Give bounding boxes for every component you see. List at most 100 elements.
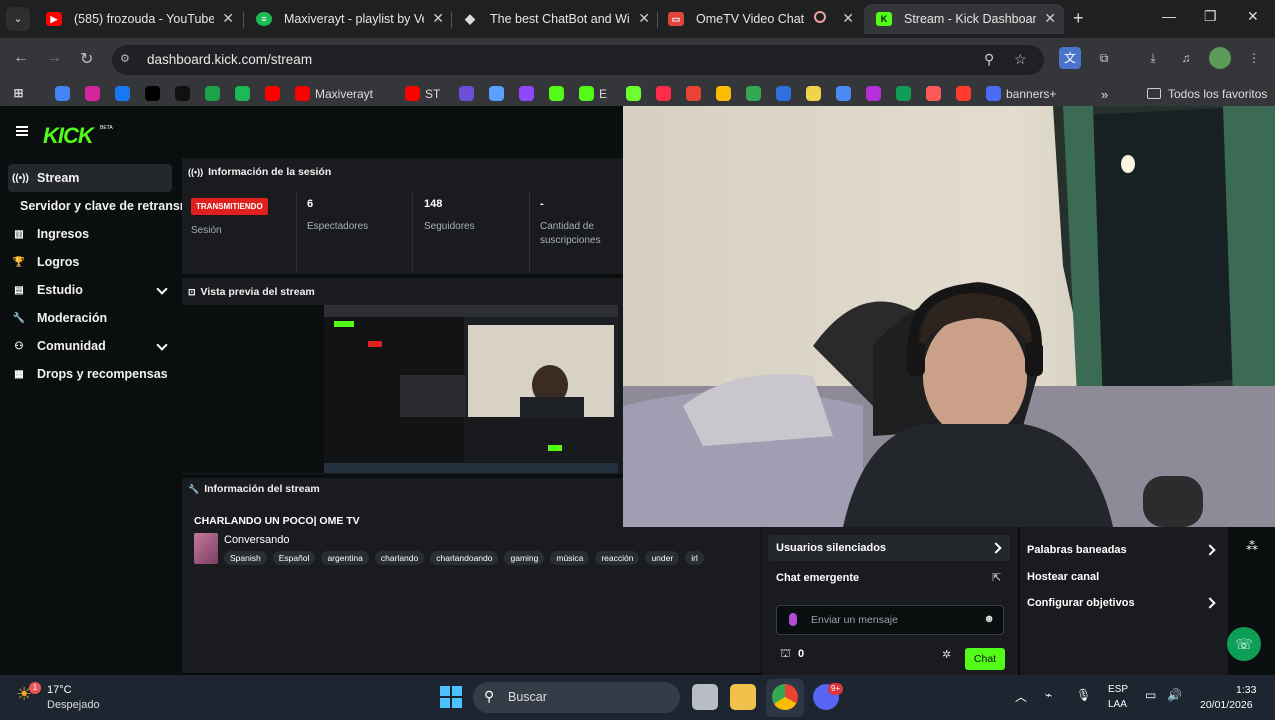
bookmark-label[interactable]: ST — [425, 87, 440, 101]
d-icon[interactable] — [626, 86, 641, 101]
chip-icon[interactable] — [806, 86, 821, 101]
drive-icon[interactable] — [716, 86, 731, 101]
x-icon[interactable] — [145, 86, 160, 101]
tab-ometv[interactable]: ▭ OmeTV Video Chat — O ✕ — [656, 4, 862, 34]
zoom-icon[interactable]: ⚲ — [984, 51, 994, 68]
chat-send-button[interactable]: Chat — [965, 648, 1005, 670]
stream-tag[interactable]: charlando — [374, 551, 425, 565]
language-top[interactable]: ESP — [1108, 684, 1128, 695]
stream-tag[interactable]: reacción — [595, 551, 640, 565]
stream-category[interactable]: Conversando — [224, 534, 289, 546]
volume-icon[interactable]: 🔊 — [1167, 688, 1182, 702]
host-channel-item[interactable]: Hostear canal — [1027, 571, 1099, 583]
chrome-icon[interactable] — [772, 684, 798, 710]
configure-goals-item[interactable]: Configurar objetivos — [1027, 597, 1135, 609]
youtube-icon[interactable] — [405, 86, 420, 101]
youtube-icon[interactable] — [265, 86, 280, 101]
close-icon[interactable]: ✕ — [432, 10, 444, 27]
close-icon[interactable]: ✕ — [842, 10, 854, 27]
twitch-icon[interactable] — [519, 86, 534, 101]
download-icon[interactable] — [956, 86, 971, 101]
sheets-icon[interactable] — [896, 86, 911, 101]
taskbar-search[interactable]: ⚲ Buscar — [473, 682, 680, 713]
close-icon[interactable]: ✕ — [638, 10, 650, 27]
downloads-icon[interactable]: ⤓ — [1142, 47, 1164, 69]
soundwave-icon[interactable] — [926, 86, 941, 101]
sidebar-item-logros[interactable]: 🏆 Logros — [8, 248, 172, 276]
stream-preview-video[interactable] — [324, 305, 618, 473]
weather-temperature[interactable]: 17°C — [47, 684, 72, 696]
minimize-icon[interactable]: — — [1162, 8, 1176, 24]
share-icon[interactable]: ⁂ — [1246, 539, 1258, 553]
start-button[interactable] — [440, 686, 462, 708]
close-window-icon[interactable]: ✕ — [1247, 8, 1259, 25]
profile-avatar[interactable] — [1209, 47, 1231, 69]
popup-chat-item[interactable]: Chat emergente — [776, 572, 859, 584]
stream-tag[interactable]: argentina — [321, 551, 369, 565]
chevron-up-icon[interactable]: ︿ — [1015, 688, 1027, 705]
instagram-icon[interactable] — [85, 86, 100, 101]
tab-kick-dashboard[interactable]: K Stream - Kick Dashboard ✕ — [864, 4, 1064, 34]
banner-icon[interactable] — [986, 86, 1001, 101]
translate-icon[interactable] — [836, 86, 851, 101]
tiktok-icon[interactable] — [175, 86, 190, 101]
file-explorer-icon[interactable] — [730, 684, 756, 710]
sidebar-item-moderacion[interactable]: 🔧 Moderación — [8, 304, 172, 332]
menu-icon[interactable]: ⋮ — [1243, 47, 1265, 69]
extensions-icon[interactable]: ⧉ — [1093, 47, 1115, 69]
back-icon[interactable]: ← — [13, 49, 29, 67]
restore-icon[interactable]: ❐ — [1204, 8, 1217, 25]
hamburger-menu-icon[interactable] — [16, 126, 28, 136]
sidebar-item-estudio[interactable]: ▤ Estudio — [8, 276, 172, 304]
new-tab-button[interactable]: + — [1073, 8, 1084, 29]
stream-tag[interactable]: música — [550, 551, 590, 565]
ring-icon[interactable] — [459, 86, 474, 101]
apps-icon[interactable]: ⊞ — [11, 86, 26, 101]
translate-extension-icon[interactable]: 文 — [1059, 47, 1081, 69]
banned-words-item[interactable]: Palabras baneadas — [1027, 544, 1127, 556]
maps-icon[interactable] — [746, 86, 761, 101]
close-icon[interactable]: ✕ — [222, 10, 234, 27]
microphone-icon[interactable]: 🎙 — [1076, 688, 1091, 702]
sidebar-item-stream[interactable]: ((•)) Stream — [8, 164, 172, 192]
stream-tag[interactable]: gaming — [504, 551, 545, 565]
tab-spotify[interactable]: ≡ Maxiverayt - playlist by Vera ✕ — [244, 4, 452, 34]
stream-tag[interactable]: Español — [272, 551, 316, 565]
stream-tag[interactable]: under — [645, 551, 680, 565]
bookmark-label[interactable]: banners+ — [1006, 87, 1056, 101]
app65-icon[interactable] — [205, 86, 220, 101]
gemini-icon[interactable] — [489, 86, 504, 101]
more-bookmarks-icon[interactable]: » — [1101, 87, 1108, 102]
monitor-icon[interactable]: ▭ — [1145, 688, 1156, 702]
record-icon[interactable] — [656, 86, 671, 101]
gear-icon[interactable]: ✲ — [942, 648, 951, 661]
bookmark-star-icon[interactable]: ☆ — [1014, 51, 1027, 68]
sidebar-item-server-key[interactable]: Servidor y clave de retransmisión — [20, 192, 182, 220]
stream-tag[interactable]: charlandoando — [430, 551, 499, 565]
tab-search-button[interactable]: ⌄ — [6, 7, 30, 31]
sidebar-item-ingresos[interactable]: ▥ Ingresos — [8, 220, 172, 248]
close-icon[interactable]: ✕ — [1044, 10, 1056, 27]
tab-chatbot[interactable]: ◆ The best ChatBot and Widge ✕ — [450, 4, 658, 34]
picsart-icon[interactable] — [866, 86, 881, 101]
kick-logo[interactable]: KICK — [43, 123, 94, 149]
support-chat-button[interactable]: ☏ — [1227, 627, 1261, 661]
docs-icon[interactable] — [776, 86, 791, 101]
kick-icon[interactable] — [549, 86, 564, 101]
chat-message-input[interactable]: Enviar un mensaje ☻ — [776, 605, 1004, 635]
forward-icon[interactable]: → — [46, 49, 62, 67]
stream-tag[interactable]: Spanish — [224, 551, 267, 565]
facebook-icon[interactable] — [115, 86, 130, 101]
media-control-icon[interactable]: ♫ — [1175, 47, 1197, 69]
gmail-icon[interactable] — [686, 86, 701, 101]
bookmark-label[interactable]: E — [599, 87, 607, 101]
spotify-icon[interactable] — [235, 86, 250, 101]
bookmark-label[interactable]: Maxiverayt — [315, 87, 373, 101]
stream-tag[interactable]: irl — [685, 551, 704, 565]
reload-icon[interactable]: ↻ — [80, 49, 93, 69]
site-settings-icon[interactable]: ⚙ — [120, 52, 136, 68]
all-bookmarks-link[interactable]: Todos los favoritos — [1168, 87, 1267, 101]
silenced-users-item[interactable]: Usuarios silenciados — [776, 542, 886, 554]
address-bar[interactable]: ⚙ dashboard.kick.com/stream ⚲ ☆ — [112, 45, 1044, 75]
emoji-icon[interactable]: ☻ — [983, 613, 995, 625]
